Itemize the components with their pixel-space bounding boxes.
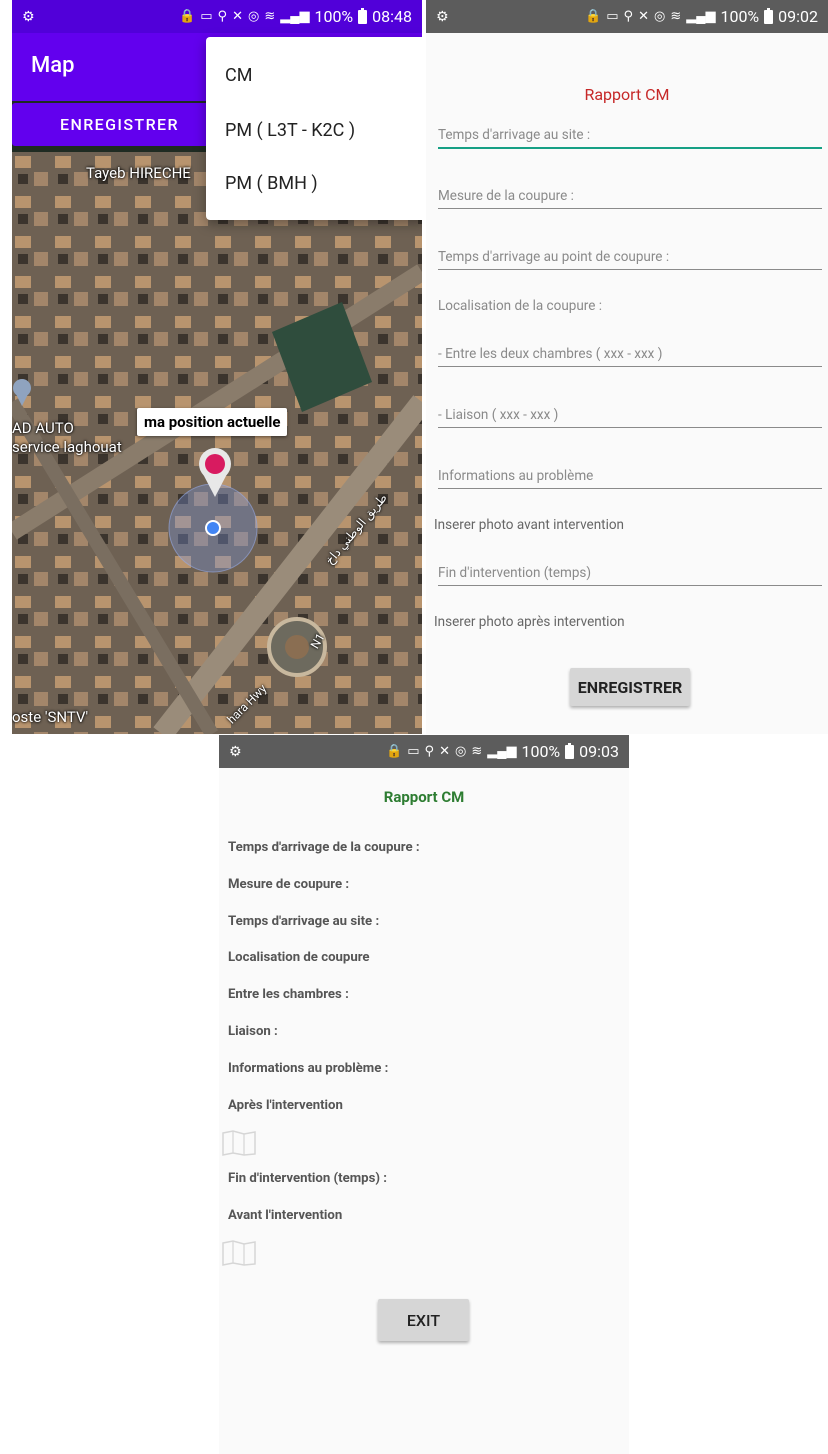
exit-button[interactable]: EXIT <box>378 1299 469 1341</box>
settings-icon: ⚙ <box>229 743 242 760</box>
chambres-field[interactable]: - Entre les deux chambres ( xxx - xxx ) <box>438 346 822 367</box>
location-icon: ⚲ <box>217 9 228 24</box>
report-label-before: Avant l'intervention <box>228 1208 343 1223</box>
alarm-icon: ◎ <box>454 744 467 759</box>
lock-icon: 🔒 <box>585 9 602 24</box>
arrival-cut-field[interactable]: Temps d'arrivage au point de coupure : <box>438 249 822 270</box>
mute-icon: ✕ <box>439 744 450 759</box>
options-menu: CM PM ( L3T - K2C ) PM ( BMH ) <box>206 37 422 220</box>
battery-icon <box>764 7 774 24</box>
report-label-after: Après l'intervention <box>228 1098 343 1113</box>
wifi-icon: ≋ <box>670 9 682 24</box>
report-title: Rapport CM <box>383 788 465 806</box>
report-label-arrival-cut: Temps d'arrivage de la coupure : <box>228 840 420 855</box>
broken-image-icon <box>222 1240 256 1266</box>
report-label-liaison: Liaison : <box>228 1024 278 1039</box>
mute-icon: ✕ <box>232 9 243 24</box>
menu-item-pm-bmh[interactable]: PM ( BMH ) <box>225 173 318 194</box>
arrival-site-field[interactable]: Temps d'arrivage au site : <box>438 127 822 149</box>
liaison-field[interactable]: - Liaison ( xxx - xxx ) <box>438 407 822 428</box>
form-title: Rapport CM <box>584 85 670 104</box>
enregistrer-button-label: ENREGISTRER <box>577 677 683 697</box>
battery-icon <box>565 742 575 759</box>
report-label-arrival-site: Temps d'arrivage au site : <box>228 914 380 929</box>
end-intervention-field[interactable]: Fin d'intervention (temps) <box>438 565 822 586</box>
signal-icon: ▂▄▆ <box>280 9 310 24</box>
app-title: Map <box>31 53 75 78</box>
report-view-screen: ⚙ 🔒 ▭ ⚲ ✕ ◎ ≋ ▂▄▆ 100% 09:03 Rapport CM … <box>219 735 629 1454</box>
cut-measure-field[interactable]: Mesure de la coupure : <box>438 188 822 209</box>
satellite-map[interactable]: Tayeb HIRECHE AD AUTO service laghouat o… <box>12 152 422 734</box>
enregistrer-button[interactable]: ENREGISTRER <box>570 668 690 706</box>
enregistrer-button-label: ENREGISTRER <box>60 115 179 134</box>
clock: 09:02 <box>778 7 818 26</box>
report-label-problem: Informations au problème : <box>228 1061 389 1076</box>
signal-icon: ▂▄▆ <box>487 744 517 759</box>
wifi-icon: ≋ <box>471 744 483 759</box>
report-label-measure: Mesure de coupure : <box>228 877 350 892</box>
cast-icon: ▭ <box>200 9 213 24</box>
cast-icon: ▭ <box>606 9 619 24</box>
status-bar: ⚙ 🔒 ▭ ⚲ ✕ ◎ ≋ ▂▄▆ 100% 08:48 <box>12 0 422 33</box>
location-icon: ⚲ <box>623 9 634 24</box>
battery-percent: 100% <box>314 7 354 26</box>
map-screen: ⚙ 🔒 ▭ ⚲ ✕ ◎ ≋ ▂▄▆ 100% 08:48 Map ENREGIS… <box>12 0 422 734</box>
problem-info-field[interactable]: Informations au problème <box>438 468 822 489</box>
status-bar: ⚙ 🔒 ▭ ⚲ ✕ ◎ ≋ ▂▄▆ 100% 09:03 <box>219 735 629 768</box>
battery-percent: 100% <box>521 742 561 761</box>
marker-info-window: ma position actuelle <box>137 408 288 436</box>
report-form-screen: ⚙ 🔒 ▭ ⚲ ✕ ◎ ≋ ▂▄▆ 100% 09:02 Rapport CM … <box>426 0 828 734</box>
menu-item-cm[interactable]: CM <box>225 65 252 86</box>
signal-icon: ▂▄▆ <box>686 9 716 24</box>
menu-item-pm-l3t[interactable]: PM ( L3T - K2C ) <box>225 120 355 141</box>
map-label-auto: AD AUTO <box>12 419 74 437</box>
map-label-service: service laghouat <box>12 438 122 456</box>
exit-button-label: EXIT <box>406 1310 441 1330</box>
clock: 09:03 <box>579 742 619 761</box>
alarm-icon: ◎ <box>247 9 260 24</box>
mute-icon: ✕ <box>638 9 649 24</box>
photo-after-link[interactable]: Inserer photo après intervention <box>434 614 625 630</box>
alarm-icon: ◎ <box>653 9 666 24</box>
map-label-tayeb: Tayeb HIRECHE <box>86 164 191 182</box>
report-label-chambres: Entre les chambres : <box>228 987 349 1002</box>
map-label-snvt: oste 'SNTV' <box>12 708 89 726</box>
battery-percent: 100% <box>720 7 760 26</box>
photo-before-link[interactable]: Inserer photo avant intervention <box>434 517 624 533</box>
settings-icon: ⚙ <box>436 8 449 25</box>
wifi-icon: ≋ <box>264 9 276 24</box>
settings-icon: ⚙ <box>22 8 35 25</box>
battery-icon <box>358 7 368 24</box>
status-bar: ⚙ 🔒 ▭ ⚲ ✕ ◎ ≋ ▂▄▆ 100% 09:02 <box>426 0 828 33</box>
broken-image-icon <box>222 1130 256 1156</box>
location-icon: ⚲ <box>424 744 435 759</box>
clock: 08:48 <box>372 7 412 26</box>
lock-icon: 🔒 <box>386 744 403 759</box>
cast-icon: ▭ <box>407 744 420 759</box>
lock-icon: 🔒 <box>179 9 196 24</box>
report-label-end: Fin d'intervention (temps) : <box>228 1171 387 1186</box>
report-label-localisation: Localisation de coupure <box>228 950 370 965</box>
localisation-label: Localisation de la coupure : <box>438 298 603 314</box>
